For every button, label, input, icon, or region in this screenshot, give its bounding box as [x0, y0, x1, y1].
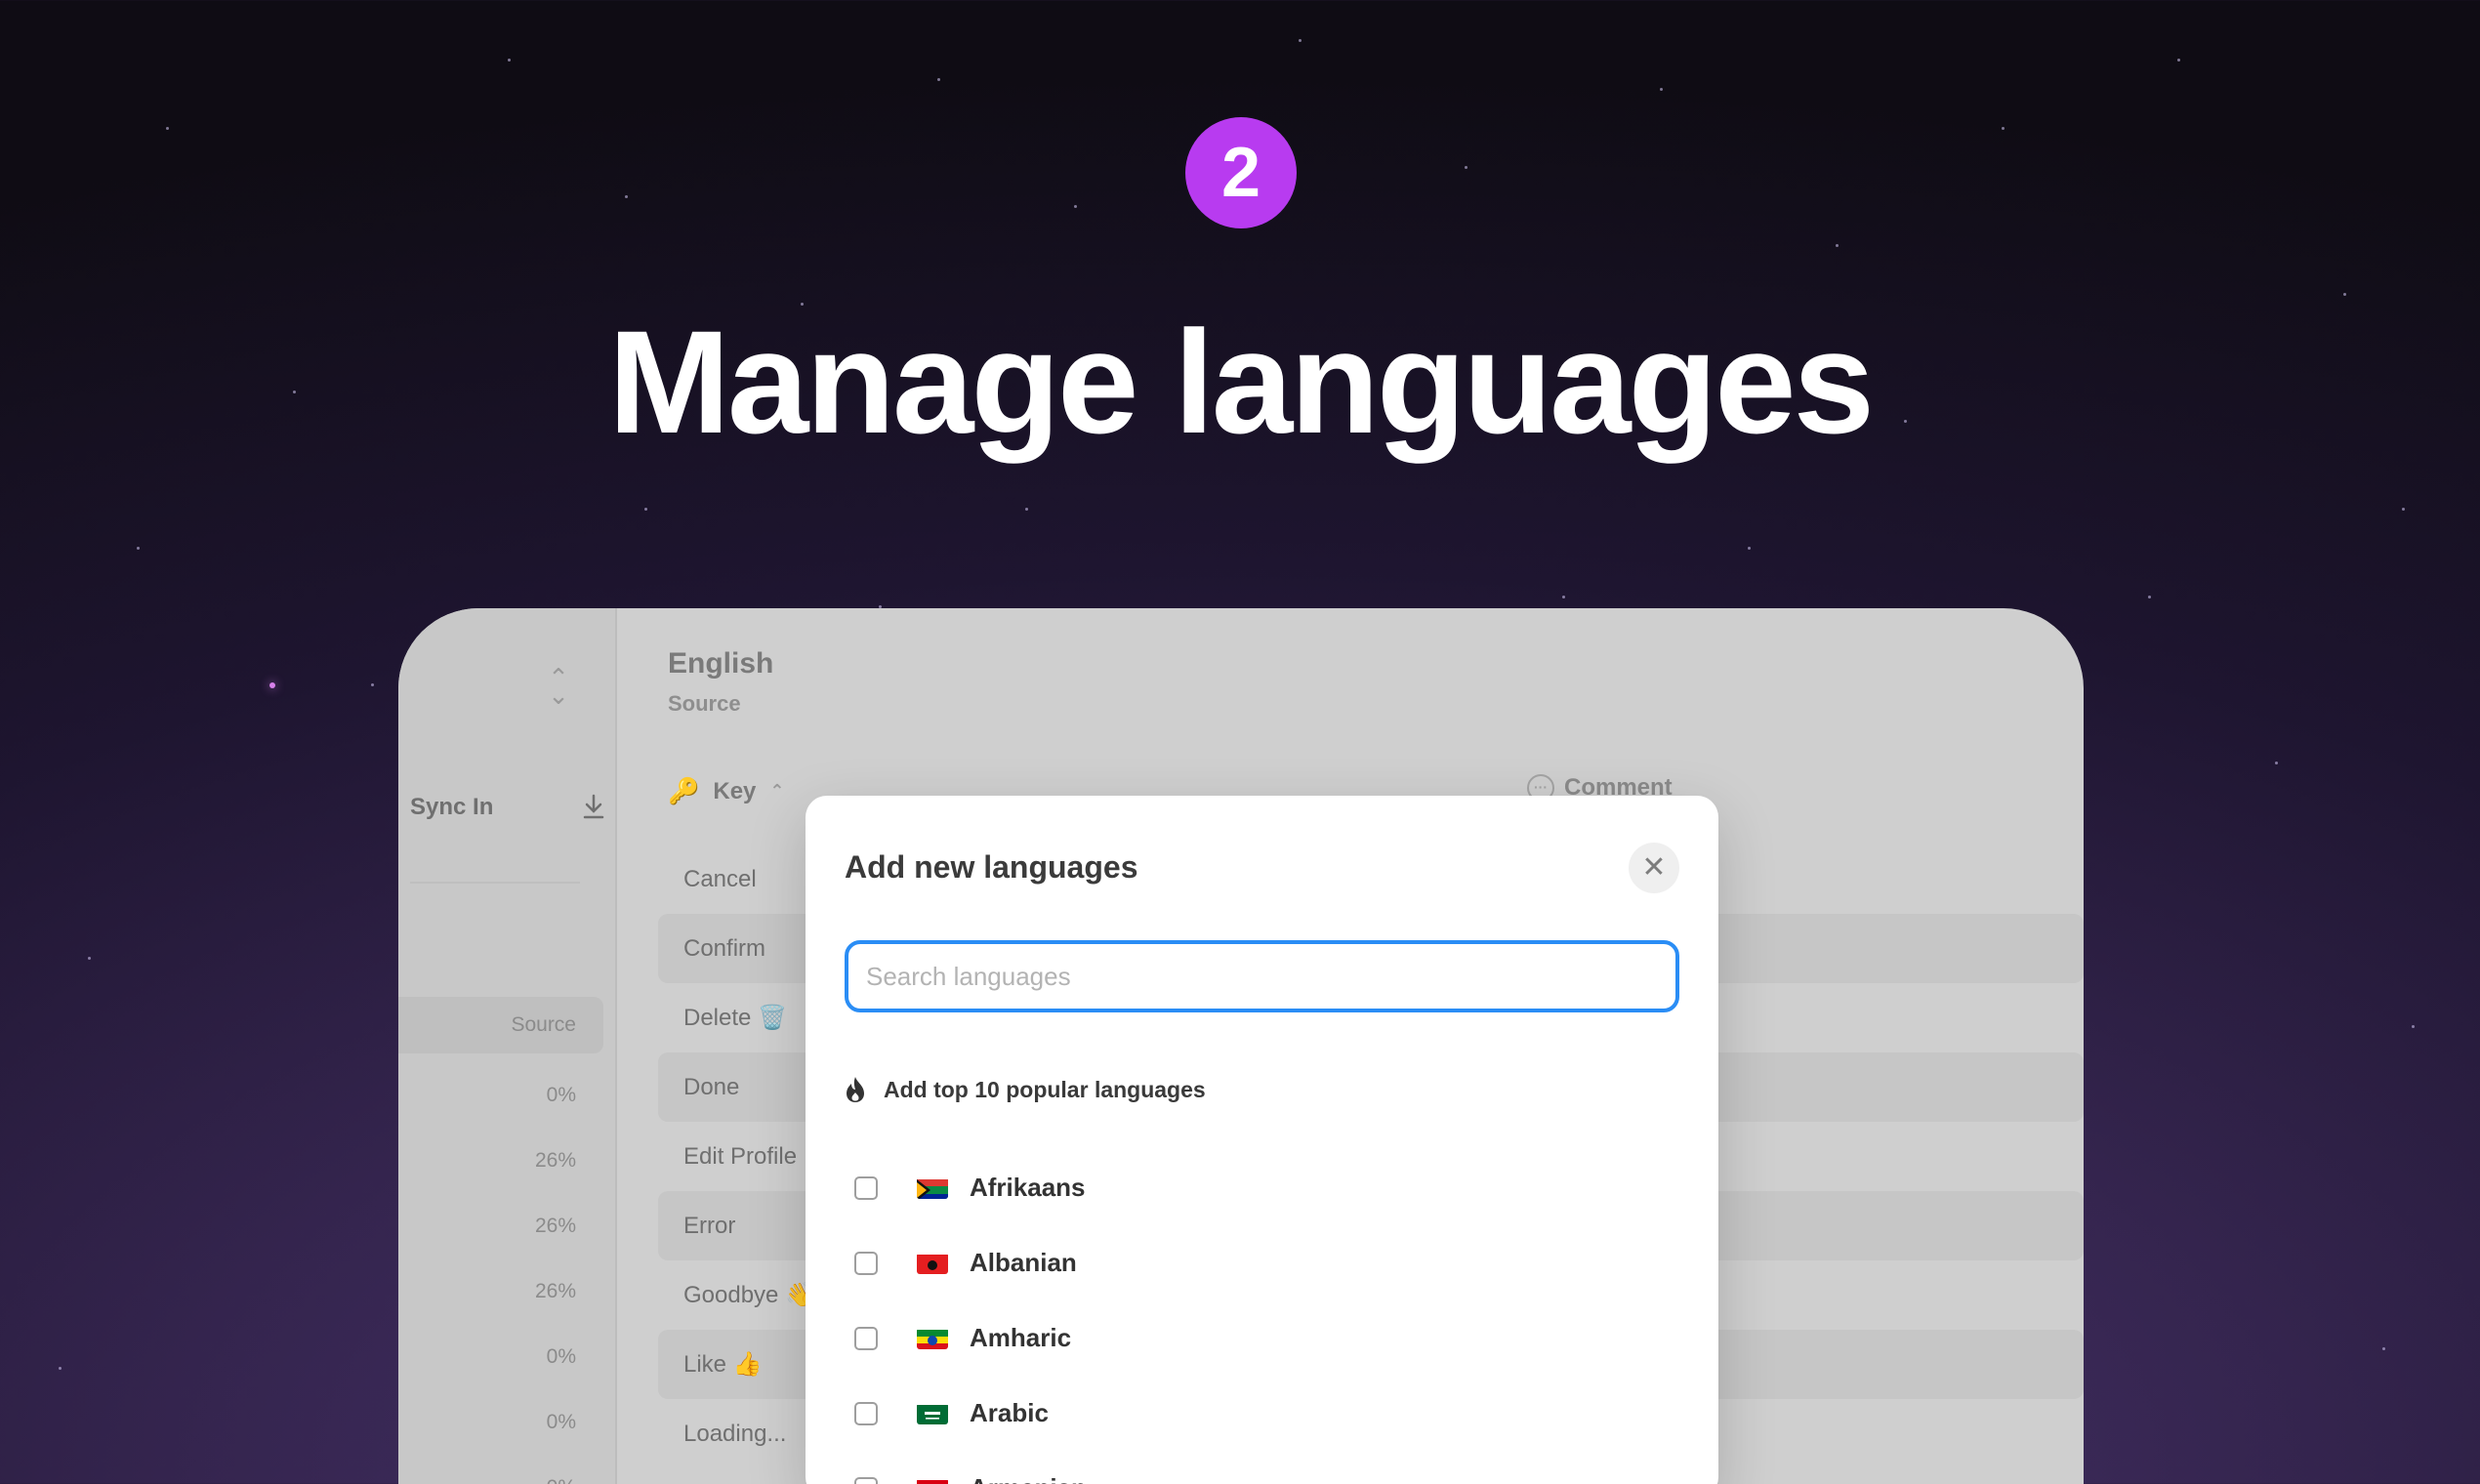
star [166, 127, 169, 130]
star [88, 957, 91, 960]
star [1660, 88, 1663, 91]
language-name: Amharic [970, 1323, 1072, 1352]
star [2343, 293, 2346, 296]
star [508, 59, 511, 62]
star [2148, 596, 2151, 598]
star [1465, 166, 1467, 169]
flame-icon [847, 1077, 864, 1102]
language-name: Albanian [970, 1248, 1077, 1277]
star [2382, 1347, 2385, 1350]
star [1748, 547, 1751, 550]
flag-icon [917, 1177, 948, 1199]
flag-icon [917, 1328, 948, 1349]
close-icon: ✕ [1641, 851, 1667, 884]
star [625, 195, 628, 198]
star [2412, 1025, 2415, 1028]
star [269, 682, 275, 688]
language-checkbox[interactable] [854, 1251, 878, 1275]
star [1074, 205, 1077, 208]
language-option[interactable]: Afrikaans [845, 1150, 1679, 1225]
star [1025, 508, 1028, 511]
add-languages-dialog: Add new languages ✕ Add top 10 popular l… [806, 796, 1718, 1484]
language-name: Afrikaans [970, 1173, 1086, 1202]
dialog-title: Add new languages [845, 849, 1138, 885]
star [371, 683, 374, 686]
flag-icon [917, 1253, 948, 1274]
language-checkbox[interactable] [854, 1476, 878, 1484]
language-checkbox[interactable] [854, 1401, 878, 1425]
flag-icon [917, 1403, 948, 1424]
language-option[interactable]: Albanian [845, 1225, 1679, 1300]
search-languages-input[interactable] [845, 940, 1679, 1012]
language-checkbox[interactable] [854, 1326, 878, 1350]
flag-icon [917, 1478, 948, 1484]
language-option[interactable]: Armenian [845, 1451, 1679, 1484]
star [1299, 39, 1302, 42]
star [937, 78, 940, 81]
star [2402, 508, 2405, 511]
language-name: Armenian [970, 1473, 1087, 1484]
step-number-badge: 2 [1185, 117, 1297, 228]
star [2275, 762, 2278, 764]
star [137, 547, 140, 550]
language-option[interactable]: Arabic [845, 1376, 1679, 1451]
language-options-list: Afrikaans Albanian Amharic Arabic Armenian [845, 1150, 1679, 1484]
language-option[interactable]: Amharic [845, 1300, 1679, 1376]
star [1836, 244, 1839, 247]
close-button[interactable]: ✕ [1629, 843, 1679, 893]
language-name: Arabic [970, 1398, 1049, 1427]
add-popular-languages-button[interactable]: Add top 10 popular languages [845, 1076, 1206, 1103]
star [2177, 59, 2180, 62]
hero-title: Manage languages [607, 300, 1875, 464]
star [2002, 127, 2005, 130]
star [1562, 596, 1565, 598]
language-checkbox[interactable] [854, 1175, 878, 1200]
add-popular-languages-label: Add top 10 popular languages [884, 1076, 1206, 1102]
star [59, 1367, 62, 1370]
star [644, 508, 647, 511]
